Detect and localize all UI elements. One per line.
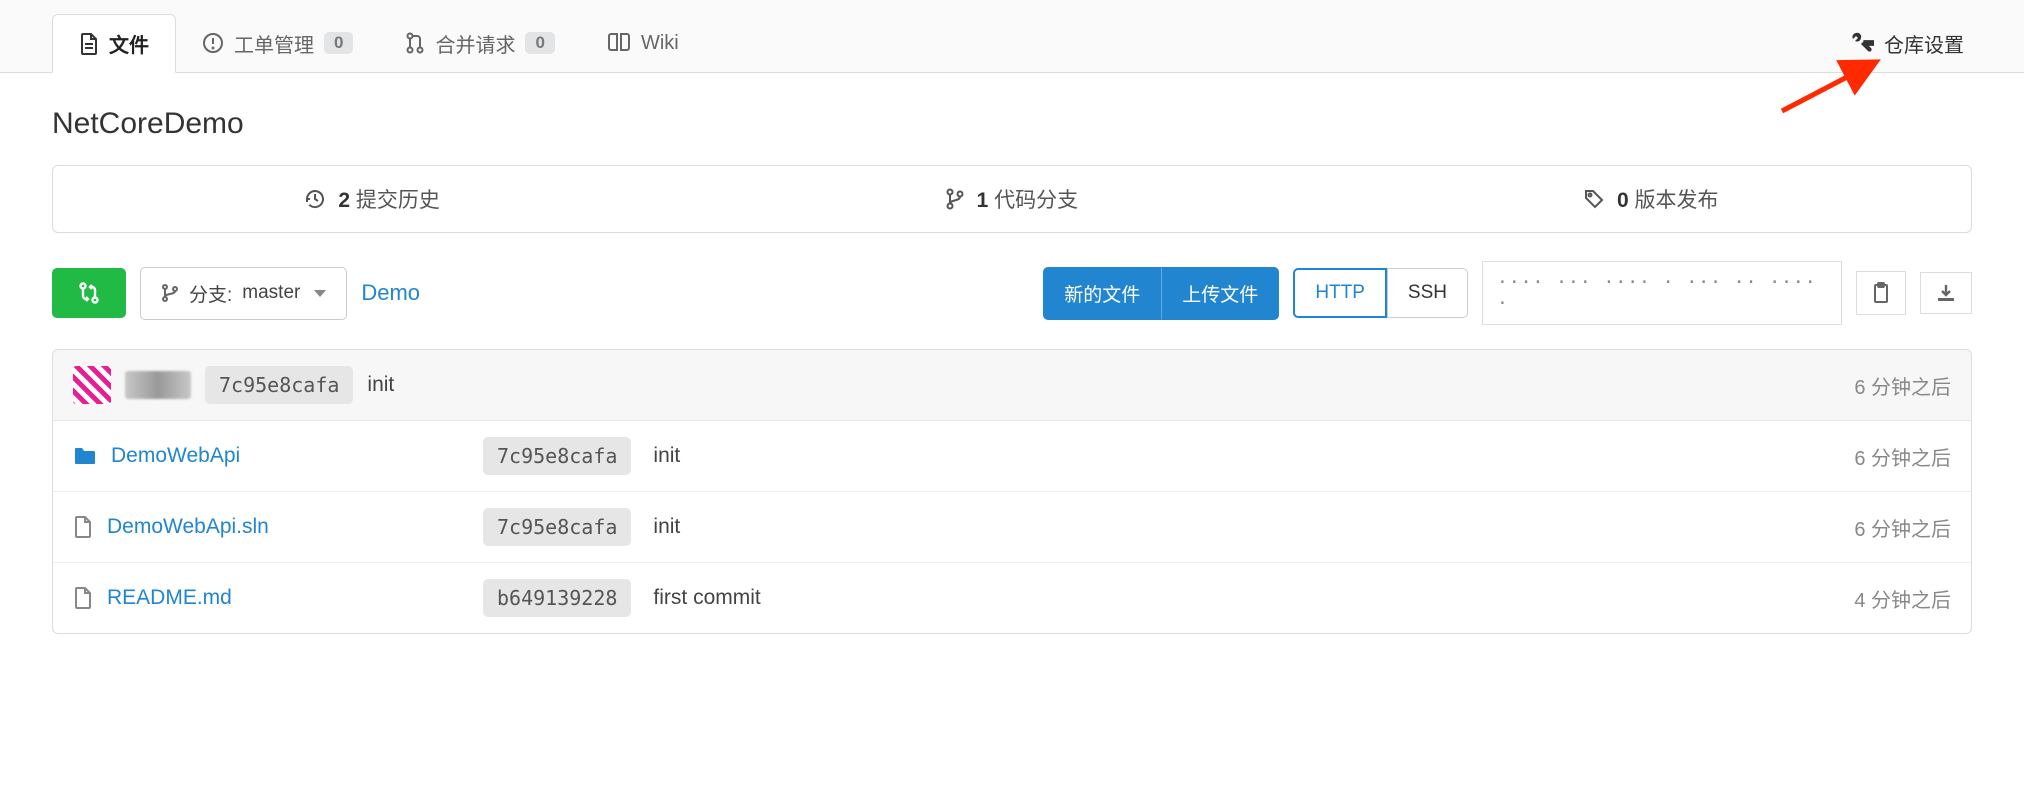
download-button[interactable] <box>1920 272 1972 314</box>
file-listing-panel: 7c95e8cafa init 6 分钟之后 DemoWebApi 7c95e8… <box>52 349 1972 634</box>
stat-releases[interactable]: 0 版本发布 <box>1332 166 1971 232</box>
commit-sha[interactable]: 7c95e8cafa <box>483 508 631 546</box>
compare-icon <box>77 281 101 305</box>
copy-url-button[interactable] <box>1856 271 1906 315</box>
branch-icon <box>161 283 179 303</box>
tab-issues-label: 工单管理 <box>234 29 314 58</box>
git-pull-icon <box>405 32 425 54</box>
stats-bar: 2 提交历史 1 代码分支 0 版本发布 <box>52 165 1972 233</box>
file-row: README.md b649139228 first commit 4 分钟之后 <box>53 563 1971 633</box>
pulls-count-badge: 0 <box>525 32 554 54</box>
tab-files[interactable]: 文件 <box>52 14 176 73</box>
tools-icon <box>1850 31 1874 55</box>
file-name-link[interactable]: DemoWebApi <box>111 444 240 468</box>
tab-settings[interactable]: 仓库设置 <box>1824 15 1972 72</box>
commit-message: init <box>367 373 394 397</box>
compare-button[interactable] <box>52 268 126 318</box>
tab-pulls-label: 合并请求 <box>435 29 515 58</box>
clipboard-icon <box>1871 282 1891 304</box>
chevron-down-icon <box>314 290 326 297</box>
file-row: DemoWebApi 7c95e8cafa init 6 分钟之后 <box>53 421 1971 492</box>
commit-sha[interactable]: b649139228 <box>483 579 631 617</box>
protocol-ssh-button[interactable]: SSH <box>1387 268 1468 318</box>
tab-issues[interactable]: 工单管理 0 <box>176 15 379 72</box>
commit-message: first commit <box>653 586 760 610</box>
latest-commit-row: 7c95e8cafa init 6 分钟之后 <box>53 350 1971 421</box>
clone-protocol-group: HTTP SSH <box>1293 268 1468 318</box>
avatar[interactable] <box>73 366 111 404</box>
stat-branches[interactable]: 1 代码分支 <box>692 166 1331 232</box>
new-file-button[interactable]: 新的文件 <box>1043 267 1161 320</box>
clone-url-field[interactable]: ···· ··· ···· · ··· ·· ···· · <box>1482 261 1842 325</box>
tab-wiki[interactable]: Wiki <box>581 18 705 69</box>
file-icon <box>79 33 99 55</box>
repo-toolbar: 分支: master Demo 新的文件 上传文件 HTTP SSH ···· … <box>52 261 1972 325</box>
file-icon <box>73 586 93 610</box>
tag-icon <box>1583 188 1605 210</box>
history-icon <box>304 188 326 210</box>
file-actions-group: 新的文件 上传文件 <box>1043 267 1279 320</box>
commit-time: 6 分钟之后 <box>1854 371 1951 400</box>
stat-commits[interactable]: 2 提交历史 <box>53 166 692 232</box>
file-row: DemoWebApi.sln 7c95e8cafa init 6 分钟之后 <box>53 492 1971 563</box>
file-name-link[interactable]: README.md <box>107 586 232 610</box>
commit-sha[interactable]: 7c95e8cafa <box>205 366 353 404</box>
tab-wiki-label: Wiki <box>641 32 679 55</box>
breadcrumb-root[interactable]: Demo <box>361 280 420 306</box>
file-icon <box>73 515 93 539</box>
author-name-masked <box>125 371 191 399</box>
file-name-link[interactable]: DemoWebApi.sln <box>107 515 269 539</box>
download-icon <box>1935 283 1957 303</box>
tab-pulls[interactable]: 合并请求 0 <box>379 15 580 72</box>
commit-time: 4 分钟之后 <box>1854 584 1951 613</box>
branch-icon <box>945 188 965 210</box>
repo-title: NetCoreDemo <box>52 73 1972 165</box>
tab-files-label: 文件 <box>109 29 149 58</box>
tab-settings-label: 仓库设置 <box>1884 29 1964 58</box>
commit-time: 6 分钟之后 <box>1854 442 1951 471</box>
protocol-http-button[interactable]: HTTP <box>1293 268 1387 318</box>
commit-time: 6 分钟之后 <box>1854 513 1951 542</box>
book-icon <box>607 33 631 53</box>
commit-sha[interactable]: 7c95e8cafa <box>483 437 631 475</box>
alert-icon <box>202 32 224 54</box>
repo-tabs-bar: 文件 工单管理 0 合并请求 0 Wiki 仓库设置 <box>0 0 2024 73</box>
commit-message: init <box>653 444 680 468</box>
folder-icon <box>73 446 97 466</box>
branch-selector[interactable]: 分支: master <box>140 267 347 320</box>
commit-message: init <box>653 515 680 539</box>
issues-count-badge: 0 <box>324 32 353 54</box>
upload-file-button[interactable]: 上传文件 <box>1161 267 1279 320</box>
